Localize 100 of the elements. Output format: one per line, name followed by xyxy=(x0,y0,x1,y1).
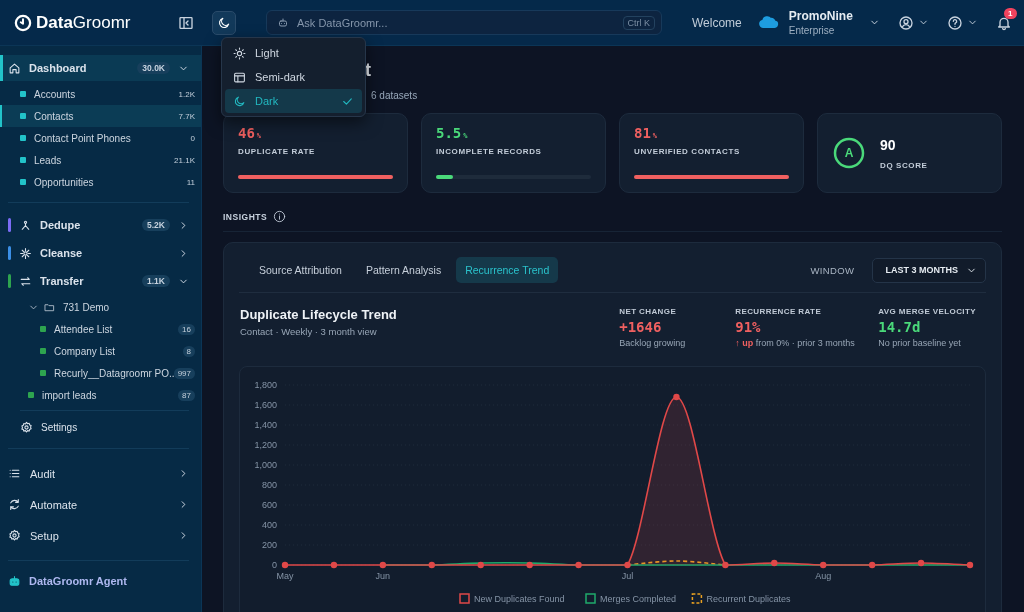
settings-item[interactable]: Settings xyxy=(0,415,201,439)
sun-icon xyxy=(233,46,246,60)
axis-label: 1,600 xyxy=(254,400,277,410)
count-badge: 87 xyxy=(178,389,195,401)
dataset-item[interactable]: Contacts 7.7K xyxy=(0,105,201,127)
axis-label: Aug xyxy=(815,571,832,581)
metric-label: DUPLICATE RATE xyxy=(238,147,316,156)
axis-label: 1,400 xyxy=(254,420,277,430)
dataset-item[interactable]: Leads 21.1K xyxy=(0,149,201,171)
theme-option[interactable]: Light xyxy=(225,41,362,65)
robot-icon xyxy=(8,574,21,588)
item-count: 1.1K xyxy=(142,275,170,287)
notification-badge: 1 xyxy=(1003,7,1017,19)
sidebar-toggle-icon xyxy=(178,14,194,31)
agent-link[interactable]: DataGroomr Agent xyxy=(0,570,201,592)
list-icon xyxy=(8,467,21,480)
transfer-icon xyxy=(19,274,32,288)
count-badge: 8 xyxy=(182,345,195,357)
axis-label: 1,800 xyxy=(254,380,277,390)
axis-label: 400 xyxy=(261,520,277,530)
org-edition: Enterprise xyxy=(788,25,836,36)
app-logo-text: DataGroomr xyxy=(36,12,131,33)
axis-label: 1,200 xyxy=(254,440,277,450)
axis-label: 200 xyxy=(261,540,277,550)
org-name: PromoNine xyxy=(788,9,853,23)
fork-icon xyxy=(19,218,32,232)
sparkle-icon xyxy=(19,246,32,260)
shortcut-hint: Ctrl K xyxy=(622,15,655,30)
data-point xyxy=(917,559,925,567)
chart-subtitle: Contact · Weekly · 3 month view xyxy=(240,326,378,337)
stat-note: No prior baseline yet xyxy=(878,338,962,348)
item-count: 30.0K xyxy=(137,62,170,74)
dataset-item[interactable]: Accounts 1.2K xyxy=(0,83,201,105)
theme-option[interactable]: Semi-dark xyxy=(225,65,362,89)
legend-swatch xyxy=(691,593,703,604)
item-count: 0 xyxy=(190,133,195,143)
moon-icon xyxy=(217,15,231,30)
legend-label: New Duplicates Found xyxy=(474,594,565,604)
legend-swatch xyxy=(585,593,596,604)
data-point xyxy=(575,561,582,569)
legend-label: Merges Completed xyxy=(600,594,677,604)
nav-item[interactable]: Dashboard 30.0K xyxy=(0,55,201,81)
nav-item[interactable]: Audit xyxy=(0,458,201,489)
stat-value: 91% xyxy=(735,319,762,335)
data-point xyxy=(281,561,289,569)
dataset-item[interactable]: Contact Point Phones 0 xyxy=(0,127,201,149)
dataset-item[interactable]: Recurly__Datagroomr PO...997 xyxy=(0,362,201,384)
chevron-right-icon xyxy=(178,247,189,259)
nav-item[interactable]: Transfer 1.1K xyxy=(0,268,201,294)
stat-label: AVG MERGE VELOCITY xyxy=(878,307,976,316)
stat-note: Backlog growing xyxy=(619,338,687,348)
data-point xyxy=(771,559,778,567)
axis-label: 600 xyxy=(261,500,277,510)
user-icon xyxy=(897,14,914,31)
metric-label: UNVERIFIED CONTACTS xyxy=(634,147,741,156)
dataset-item[interactable]: Opportunities 11 xyxy=(0,171,201,193)
legend-label: Recurrent Duplicates xyxy=(706,594,791,604)
search-bar[interactable]: Ask DataGroomr... Ctrl K xyxy=(266,10,662,35)
stat-label: NET CHANGE xyxy=(619,307,678,316)
dataset-item[interactable]: Attendee List 16 xyxy=(0,318,201,340)
dataset-item[interactable]: Company List 8 xyxy=(0,340,201,362)
data-point xyxy=(868,561,876,569)
gear-icon xyxy=(8,529,21,542)
metric-value: 46 xyxy=(238,125,255,141)
data-point xyxy=(526,561,533,569)
tab[interactable]: Source Attribution xyxy=(250,257,351,283)
axis-label: 800 xyxy=(261,480,277,490)
data-point xyxy=(673,393,680,401)
data-point xyxy=(477,561,484,569)
theme-option[interactable]: Dark xyxy=(225,89,362,113)
welcome-text: Welcome xyxy=(692,15,742,30)
nav-item[interactable]: Cleanse xyxy=(0,240,201,266)
dataset-item[interactable]: import leads 87 xyxy=(0,384,201,406)
stat-value: 14.7d xyxy=(878,319,922,335)
home-icon xyxy=(8,61,21,75)
nav-item[interactable]: Setup xyxy=(0,520,201,551)
window-select[interactable]: LAST 3 MONTHS xyxy=(872,257,986,283)
nav-item[interactable]: Automate xyxy=(0,489,201,520)
data-point xyxy=(722,561,729,569)
data-point xyxy=(966,561,974,569)
tab[interactable]: Recurrence Trend xyxy=(456,257,559,283)
score-value: 90 xyxy=(880,136,897,153)
axis-label: May xyxy=(276,571,294,581)
search-input[interactable]: Ask DataGroomr... xyxy=(297,16,615,29)
tab[interactable]: Pattern Analysis xyxy=(356,257,451,283)
nav-item[interactable]: Dedupe 5.2K xyxy=(0,212,201,238)
theme-button[interactable] xyxy=(212,10,236,35)
count-badge: 16 xyxy=(178,323,195,335)
metric-value: 81 xyxy=(634,125,651,141)
data-point xyxy=(379,561,387,569)
folder-icon xyxy=(44,301,55,313)
axis-label: Jul xyxy=(621,571,634,581)
folder-item[interactable]: 731 Demo xyxy=(0,296,201,318)
data-point xyxy=(330,561,338,569)
layout-icon xyxy=(233,70,246,84)
score-grade: A xyxy=(843,146,855,160)
logo-icon xyxy=(14,13,32,32)
moon-icon xyxy=(233,94,246,108)
axis-label: Jun xyxy=(375,571,391,581)
window-label: WINDOW xyxy=(810,264,855,276)
